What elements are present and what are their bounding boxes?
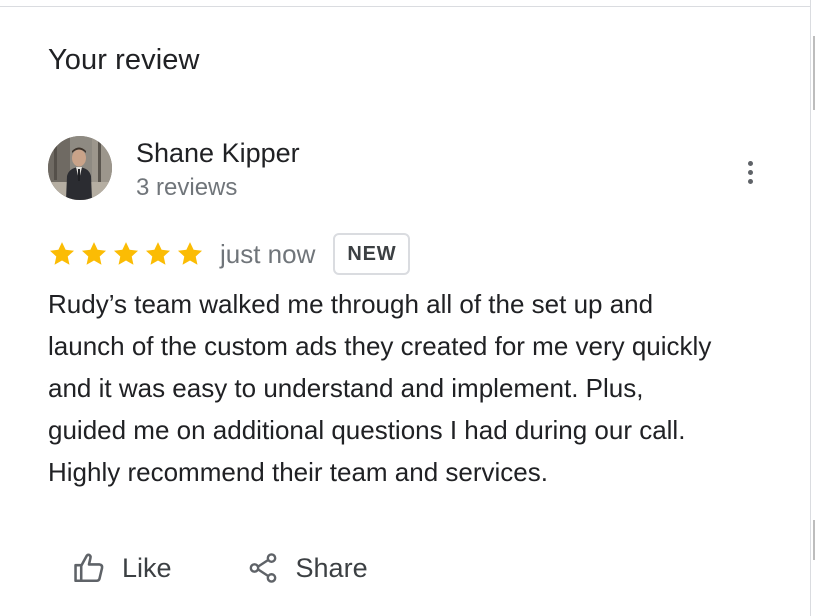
- review-actions: Like Share: [72, 540, 368, 596]
- author-name[interactable]: Shane Kipper: [136, 138, 300, 169]
- new-badge: NEW: [333, 233, 411, 275]
- review-text-line: and it was easy to understand and implem…: [48, 373, 644, 403]
- more-vert-icon-dot: [747, 178, 753, 184]
- review-text-line: launch of the custom ads they created fo…: [48, 331, 712, 361]
- like-label: Like: [122, 552, 172, 583]
- review-time: just now: [220, 238, 316, 269]
- avatar[interactable]: [48, 136, 112, 200]
- top-divider: [0, 6, 810, 7]
- star-icon: [113, 242, 139, 265]
- thumb-up-outline-icon: [74, 553, 104, 583]
- star-icon: [177, 242, 203, 265]
- share-button[interactable]: Share: [246, 551, 368, 585]
- star-icon: [145, 242, 171, 265]
- star-icon: [49, 242, 75, 265]
- review-text-line: guided me on additional questions I had …: [48, 415, 686, 445]
- rating-row: just now NEW: [48, 232, 411, 276]
- more-vert-icon-dot: [747, 169, 753, 175]
- like-button[interactable]: Like: [72, 551, 172, 585]
- star-icon: [81, 242, 107, 265]
- review-text-line: Rudy’s team walked me through all of the…: [48, 289, 654, 319]
- review-text-line: Highly recommend their team and services…: [48, 457, 548, 487]
- section-title: Your review: [48, 44, 200, 76]
- user-photo-avatar-icon: [48, 136, 112, 200]
- scrollbar-mark-top: [813, 36, 815, 110]
- review-text: Rudy’s team walked me through all of the…: [48, 283, 788, 493]
- star-rating: [48, 240, 204, 268]
- more-vert-icon: [747, 160, 753, 166]
- author-review-count: 3 reviews: [136, 174, 238, 201]
- share-icon: [249, 553, 276, 583]
- scrollbar-mark-bottom: [813, 520, 815, 560]
- share-label: Share: [295, 552, 368, 583]
- more-options-button[interactable]: [736, 154, 764, 190]
